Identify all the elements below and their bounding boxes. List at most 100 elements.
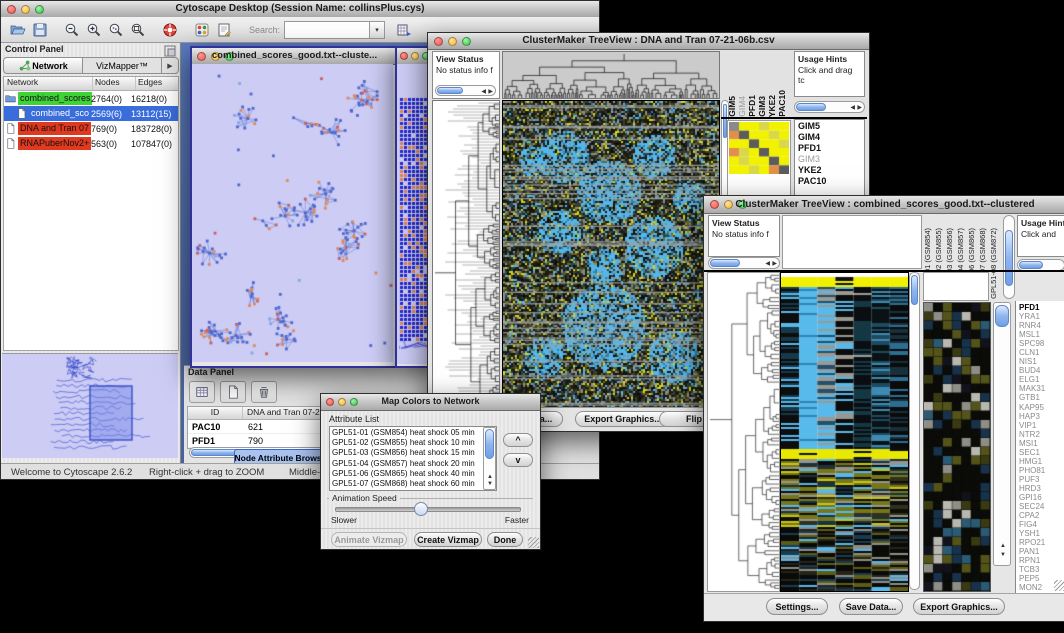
row-label[interactable]: PFD1 bbox=[798, 143, 861, 154]
network-view-canvas-1[interactable] bbox=[192, 64, 393, 362]
gene-label[interactable]: PUF3 bbox=[1019, 475, 1064, 484]
resize-grip[interactable] bbox=[1054, 580, 1064, 591]
column-label[interactable]: PFD1 bbox=[747, 95, 757, 117]
gene-label[interactable]: SPC98 bbox=[1019, 339, 1064, 348]
gene-label[interactable]: SEC24 bbox=[1019, 502, 1064, 511]
close-button[interactable] bbox=[400, 52, 408, 60]
zoom-out-icon[interactable] bbox=[61, 20, 83, 40]
row-dendrogram-canvas[interactable] bbox=[707, 272, 780, 592]
row-label[interactable]: GIM4 bbox=[798, 132, 861, 143]
column-dendrogram-canvas[interactable] bbox=[502, 51, 720, 99]
gene-label[interactable]: MSL1 bbox=[1019, 330, 1064, 339]
attribute-list-item[interactable]: GPL51-03 (GSM856) heat shock 15 min bbox=[332, 448, 494, 458]
minimize-button[interactable] bbox=[411, 52, 419, 60]
row-label[interactable]: GIM3 bbox=[798, 154, 861, 165]
zoom-heatmap-canvas[interactable] bbox=[923, 302, 991, 592]
gene-label[interactable]: NIS1 bbox=[1019, 357, 1064, 366]
attribute-table-icon[interactable] bbox=[189, 381, 215, 403]
open-folder-icon[interactable] bbox=[7, 20, 29, 40]
attribute-list-item[interactable]: GPL51-01 (GSM854) heat shock 05 min bbox=[332, 428, 494, 438]
gene-label[interactable]: RNR4 bbox=[1019, 321, 1064, 330]
network-view-canvas-2[interactable] bbox=[399, 96, 429, 350]
network-tree-row[interactable]: combined_sco2569(6)13112(15) bbox=[4, 106, 178, 121]
gene-label[interactable]: GTB1 bbox=[1019, 393, 1064, 402]
gene-label[interactable]: MAK31 bbox=[1019, 384, 1064, 393]
gene-label[interactable]: NTR2 bbox=[1019, 430, 1064, 439]
tab-vizmapper[interactable]: VizMapper™ bbox=[83, 57, 162, 74]
gene-label[interactable]: VIP1 bbox=[1019, 421, 1064, 430]
search-dropdown-button[interactable]: ▾ bbox=[370, 21, 385, 39]
gene-label[interactable]: YRA1 bbox=[1019, 312, 1064, 321]
gene-label[interactable]: SEC1 bbox=[1019, 448, 1064, 457]
network-tree-row[interactable]: RNAPuberNov2+563(0)107847(0) bbox=[4, 136, 178, 151]
zoom-vscrollbar[interactable]: ▲▼ bbox=[993, 302, 1011, 566]
gene-label[interactable]: RPO21 bbox=[1019, 538, 1064, 547]
save-data-button[interactable]: Save Data... bbox=[839, 598, 903, 615]
gene-label[interactable]: FIG4 bbox=[1019, 520, 1064, 529]
new-attribute-icon[interactable] bbox=[220, 381, 246, 403]
zoom-in-icon[interactable] bbox=[83, 20, 105, 40]
gene-label[interactable]: PFD1 bbox=[1019, 303, 1064, 312]
gene-label[interactable]: BUD4 bbox=[1019, 366, 1064, 375]
gene-label[interactable]: CLN1 bbox=[1019, 348, 1064, 357]
heatmap-vscrollbar[interactable] bbox=[909, 272, 920, 590]
delete-attribute-icon[interactable] bbox=[251, 381, 277, 403]
save-icon[interactable] bbox=[29, 20, 51, 40]
zoom-selected-icon[interactable] bbox=[105, 20, 127, 40]
column-label[interactable]: GIM4 bbox=[737, 96, 747, 117]
column-label[interactable]: GPL51-08 (GSM872) bbox=[989, 228, 1000, 299]
header-edges[interactable]: Edges bbox=[136, 77, 178, 90]
row-label[interactable]: YKE2 bbox=[798, 165, 861, 176]
settings-button[interactable]: Settings... bbox=[766, 598, 828, 615]
create-vizmap-button[interactable]: Create Vizmap bbox=[414, 532, 482, 547]
column-label[interactable]: YKE2 bbox=[767, 95, 777, 117]
row-label[interactable]: GIM5 bbox=[798, 121, 861, 132]
row-dendrogram-canvas[interactable] bbox=[432, 100, 500, 408]
network-overview-minimap[interactable] bbox=[2, 353, 178, 458]
gene-label[interactable]: GPI16 bbox=[1019, 493, 1064, 502]
gene-label[interactable]: HRD3 bbox=[1019, 484, 1064, 493]
gene-label[interactable]: HMG1 bbox=[1019, 457, 1064, 466]
labels-vscrollbar[interactable] bbox=[1003, 215, 1015, 299]
resize-grip[interactable] bbox=[528, 537, 539, 548]
tab-overflow-button[interactable]: ▶ bbox=[162, 57, 179, 74]
attribute-list-item[interactable]: GPL51-04 (GSM857) heat shock 20 min bbox=[332, 459, 494, 469]
move-down-button[interactable]: v bbox=[503, 453, 533, 467]
done-button[interactable]: Done bbox=[487, 532, 523, 547]
gene-label[interactable]: HAP3 bbox=[1019, 412, 1064, 421]
gene-label[interactable]: PAN1 bbox=[1019, 547, 1064, 556]
column-label[interactable]: GIM3 bbox=[757, 96, 767, 117]
row-label[interactable]: PAC10 bbox=[798, 176, 861, 187]
annotation-icon[interactable] bbox=[213, 20, 235, 40]
gene-label[interactable]: RPN1 bbox=[1019, 556, 1064, 565]
gene-label[interactable]: YSH1 bbox=[1019, 529, 1064, 538]
network-tree-row[interactable]: DNA and Tran 07769(0)183728(0) bbox=[4, 121, 178, 136]
gene-label[interactable]: PHO81 bbox=[1019, 466, 1064, 475]
gene-label[interactable]: TCB3 bbox=[1019, 565, 1064, 574]
export-graphics-button[interactable]: Export Graphics... bbox=[575, 411, 671, 427]
attribute-list-item[interactable]: GPL51-07 (GSM868) heat shock 60 min bbox=[332, 479, 494, 489]
attribute-list-vscrollbar[interactable]: ▲▼ bbox=[483, 427, 496, 490]
heatmap-canvas[interactable] bbox=[780, 272, 909, 592]
move-up-button[interactable]: ^ bbox=[503, 433, 533, 447]
column-label[interactable]: GIM5 bbox=[727, 96, 737, 117]
header-network[interactable]: Network bbox=[4, 77, 93, 90]
gene-label[interactable]: MSI1 bbox=[1019, 439, 1064, 448]
attribute-list-item[interactable]: GPL51-02 (GSM855) heat shock 10 min bbox=[332, 438, 494, 448]
help-ring-icon[interactable] bbox=[159, 20, 181, 40]
tab-network[interactable]: Network bbox=[3, 57, 83, 74]
search-input[interactable] bbox=[284, 21, 370, 39]
zoom-fit-icon[interactable] bbox=[127, 20, 149, 40]
gene-label[interactable]: CPA2 bbox=[1019, 511, 1064, 520]
animation-speed-slider-track[interactable] bbox=[335, 507, 521, 512]
summary-matrix-canvas[interactable] bbox=[729, 122, 789, 174]
attribute-list-item[interactable]: GPL51-06 (GSM865) heat shock 40 min bbox=[332, 469, 494, 479]
network-tree-row[interactable]: combined_scores2764(0)16218(0) bbox=[4, 91, 178, 106]
heatmap-canvas[interactable] bbox=[502, 100, 720, 408]
column-label[interactable]: PAC10 bbox=[777, 90, 787, 117]
main-titlebar[interactable]: Cytoscape Desktop (Session Name: collins… bbox=[1, 1, 599, 18]
gene-label[interactable]: KAP95 bbox=[1019, 403, 1064, 412]
header-id[interactable]: ID bbox=[188, 407, 243, 419]
export-graphics-button[interactable]: Export Graphics... bbox=[913, 598, 1005, 615]
usage-hints-hscrollbar[interactable]: ◀▶ bbox=[794, 101, 865, 113]
